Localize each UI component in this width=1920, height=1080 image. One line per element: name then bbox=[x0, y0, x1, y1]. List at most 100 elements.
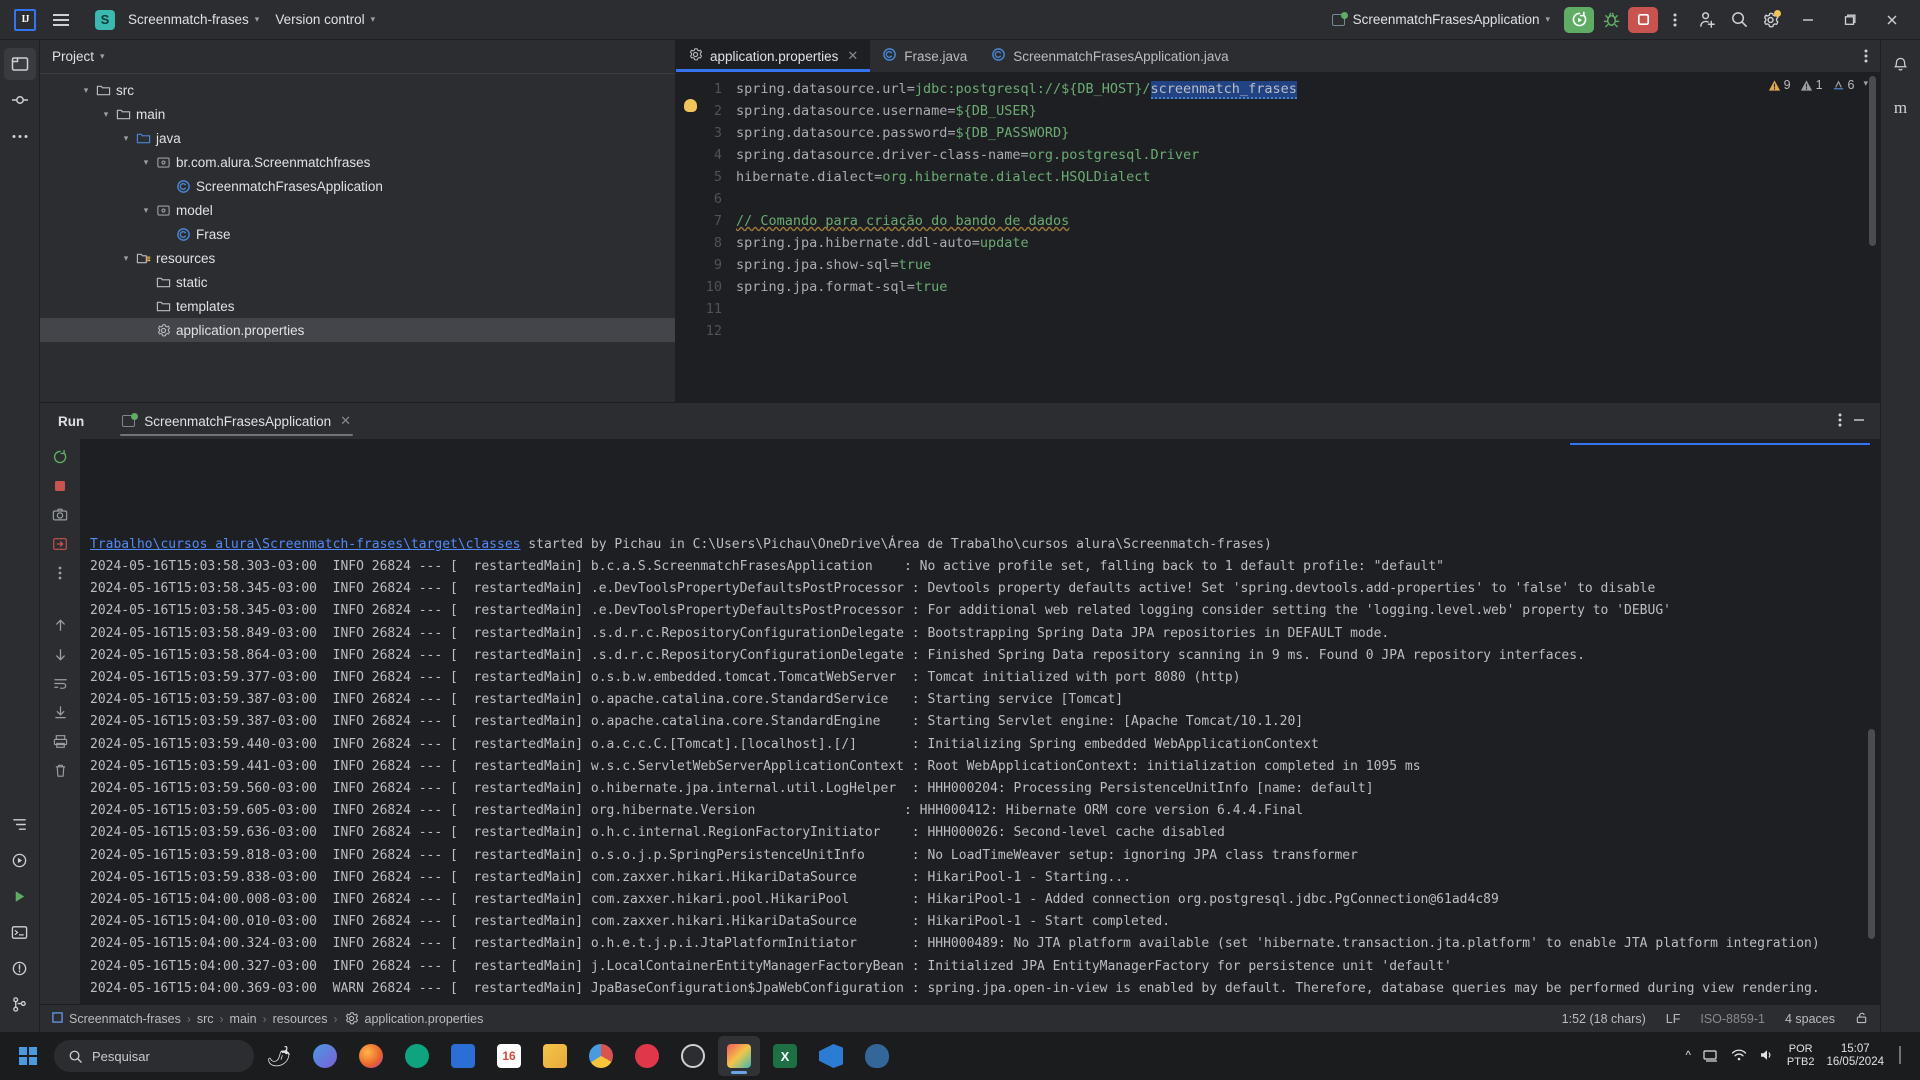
weak-warning-count[interactable]: 1 bbox=[1800, 78, 1823, 92]
warning-count[interactable]: 9 bbox=[1768, 78, 1791, 92]
breadcrumb[interactable]: Screenmatch-frases › src › main › resources › ap… bbox=[69, 1011, 483, 1026]
git-tool-icon[interactable] bbox=[4, 988, 36, 1020]
services-tool-icon[interactable] bbox=[4, 844, 36, 876]
more-vertical-icon[interactable] bbox=[1660, 6, 1690, 34]
language-indicator[interactable]: POR PTB2 bbox=[1787, 1043, 1815, 1069]
tree-item-application-properties[interactable]: application.properties bbox=[40, 318, 675, 342]
maximize-icon[interactable] bbox=[1830, 5, 1870, 35]
stop-icon[interactable] bbox=[47, 474, 73, 498]
print-icon[interactable] bbox=[47, 729, 73, 753]
network-icon[interactable] bbox=[1703, 1048, 1719, 1065]
add-user-icon[interactable] bbox=[1692, 6, 1722, 34]
scroll-up-icon[interactable] bbox=[47, 613, 73, 637]
project-panel-header[interactable]: Project ▾ bbox=[40, 40, 675, 74]
problems-tool-icon[interactable] bbox=[4, 952, 36, 984]
close-icon[interactable]: ✕ bbox=[847, 48, 858, 64]
tree-item-br-com-alura-screenmatchfrases[interactable]: ▾ br.com.alura.Screenmatchfrases bbox=[40, 150, 675, 174]
hide-tool-window-icon[interactable] bbox=[1852, 413, 1866, 430]
scroll-to-end-icon[interactable] bbox=[47, 700, 73, 724]
code-line[interactable]: spring.jpa.hibernate.ddl-auto=update bbox=[736, 232, 1710, 254]
settings-gear-icon[interactable] bbox=[1756, 6, 1786, 34]
obs-icon[interactable] bbox=[672, 1036, 714, 1076]
tree-item-templates[interactable]: templates bbox=[40, 294, 675, 318]
clock[interactable]: 15:07 16/05/2024 bbox=[1826, 1043, 1884, 1069]
tree-item-resources[interactable]: ▾ resources bbox=[40, 246, 675, 270]
code-line[interactable]: spring.jpa.show-sql=true bbox=[736, 254, 1710, 276]
intention-bulb-icon[interactable] bbox=[684, 99, 697, 112]
code-line[interactable]: spring.datasource.username=${DB_USER} bbox=[736, 100, 1710, 122]
excel-icon[interactable]: X bbox=[764, 1036, 806, 1076]
hamburger-menu-icon[interactable] bbox=[46, 5, 76, 35]
explorer-icon[interactable] bbox=[534, 1036, 576, 1076]
chevron-down-icon[interactable]: ▾ bbox=[78, 85, 94, 96]
editor-tab-frase-java[interactable]: Frase.java bbox=[870, 40, 979, 72]
editor-tabs[interactable]: application.properties ✕ Frase.java Screenm… bbox=[676, 40, 1880, 72]
stop-icon[interactable] bbox=[1628, 6, 1658, 33]
file-encoding[interactable]: ISO-8859-1 bbox=[1700, 1012, 1765, 1026]
structure-tool-icon[interactable] bbox=[4, 808, 36, 840]
chevron-down-icon[interactable]: ▾ bbox=[118, 133, 134, 144]
tree-item-frase[interactable]: Frase bbox=[40, 222, 675, 246]
tree-item-model[interactable]: ▾ model bbox=[40, 198, 675, 222]
tree-item-screenmatchfrasesapplication[interactable]: ScreenmatchFrasesApplication bbox=[40, 174, 675, 198]
ai-assistant-icon[interactable]: m bbox=[1885, 92, 1917, 124]
chrome-icon[interactable] bbox=[580, 1036, 622, 1076]
console-scrollbar[interactable] bbox=[1868, 729, 1875, 939]
code-line[interactable]: spring.datasource.password=${DB_PASSWORD… bbox=[736, 122, 1710, 144]
code-line[interactable] bbox=[736, 320, 1710, 342]
chevron-down-icon[interactable]: ▾ bbox=[138, 157, 154, 168]
code-line[interactable]: spring.datasource.url=jdbc:postgresql://… bbox=[736, 78, 1710, 100]
more-vertical-icon[interactable] bbox=[1838, 412, 1842, 431]
more-tool-windows-icon[interactable] bbox=[4, 120, 36, 152]
minimize-icon[interactable] bbox=[1788, 5, 1828, 35]
chevron-down-icon[interactable]: ▾ bbox=[98, 109, 114, 120]
firefox-icon[interactable] bbox=[350, 1036, 392, 1076]
tray-expand-icon[interactable]: ^ bbox=[1686, 1050, 1691, 1062]
tree-item-main[interactable]: ▾ main bbox=[40, 102, 675, 126]
project-selector[interactable]: S Screenmatch-frases ▾ bbox=[88, 6, 266, 34]
console-link[interactable]: Trabalho\cursos alura\Screenmatch-frases… bbox=[90, 537, 520, 552]
chevron-down-icon[interactable]: ▾ bbox=[118, 253, 134, 264]
version-control-menu[interactable]: Version control ▾ bbox=[268, 8, 382, 31]
mail-icon[interactable] bbox=[442, 1036, 484, 1076]
copilot-icon[interactable] bbox=[304, 1036, 346, 1076]
export-icon[interactable] bbox=[47, 532, 73, 556]
code-line[interactable] bbox=[736, 188, 1710, 210]
breadcrumb-item[interactable]: main bbox=[230, 1012, 257, 1026]
editor-inspection-widget[interactable]: 9 1 6 ▾ bbox=[1710, 72, 1880, 402]
caret-position[interactable]: 1:52 (18 chars) bbox=[1562, 1012, 1646, 1026]
breadcrumb-item[interactable]: src bbox=[197, 1012, 214, 1026]
camera-icon[interactable] bbox=[47, 503, 73, 527]
editor-tab-screenmatchfrasesapplication-java[interactable]: ScreenmatchFrasesApplication.java bbox=[979, 40, 1240, 72]
chevron-down-icon[interactable]: ▾ bbox=[138, 205, 154, 216]
breadcrumb-item[interactable]: application.properties bbox=[365, 1012, 484, 1026]
opera-icon[interactable] bbox=[626, 1036, 668, 1076]
code-line[interactable]: // Comando para criação do bando de dado… bbox=[736, 210, 1710, 232]
notifications-icon[interactable] bbox=[1885, 48, 1917, 80]
wifi-icon[interactable] bbox=[1731, 1048, 1747, 1065]
unlocked-icon[interactable] bbox=[1855, 1011, 1868, 1027]
chatgpt-icon[interactable] bbox=[396, 1036, 438, 1076]
code-line[interactable]: spring.datasource.driver-class-name=org.… bbox=[736, 144, 1710, 166]
tree-item-src[interactable]: ▾ src bbox=[40, 78, 675, 102]
run-session-tab[interactable]: ScreenmatchFrasesApplication ✕ bbox=[112, 403, 361, 439]
taskbar-search-input[interactable]: Pesquisar bbox=[54, 1040, 254, 1072]
debug-bug-icon[interactable] bbox=[1596, 6, 1626, 34]
soft-wrap-icon[interactable] bbox=[47, 671, 73, 695]
terminal-tool-icon[interactable] bbox=[4, 916, 36, 948]
run-configuration-selector[interactable]: ScreenmatchFrasesApplication ▾ bbox=[1324, 9, 1558, 30]
rerun-icon[interactable] bbox=[47, 445, 73, 469]
breadcrumb-item[interactable]: Screenmatch-frases bbox=[69, 1012, 181, 1026]
run-icon[interactable] bbox=[1564, 6, 1594, 33]
postgres-icon[interactable] bbox=[856, 1036, 898, 1076]
run-console-output[interactable]: Trabalho\cursos alura\Screenmatch-frases… bbox=[80, 439, 1880, 1004]
code-line[interactable]: spring.jpa.format-sql=true bbox=[736, 276, 1710, 298]
search-icon[interactable] bbox=[1724, 6, 1754, 34]
chevron-down-icon[interactable]: ▾ bbox=[1863, 78, 1868, 89]
code-line[interactable]: hibernate.dialect=org.hibernate.dialect.… bbox=[736, 166, 1710, 188]
volume-icon[interactable] bbox=[1759, 1048, 1775, 1065]
more-vertical-icon[interactable] bbox=[47, 561, 73, 585]
close-icon[interactable]: ✕ bbox=[340, 413, 351, 429]
close-icon[interactable] bbox=[1872, 5, 1912, 35]
project-tool-window-icon[interactable] bbox=[3, 48, 36, 80]
